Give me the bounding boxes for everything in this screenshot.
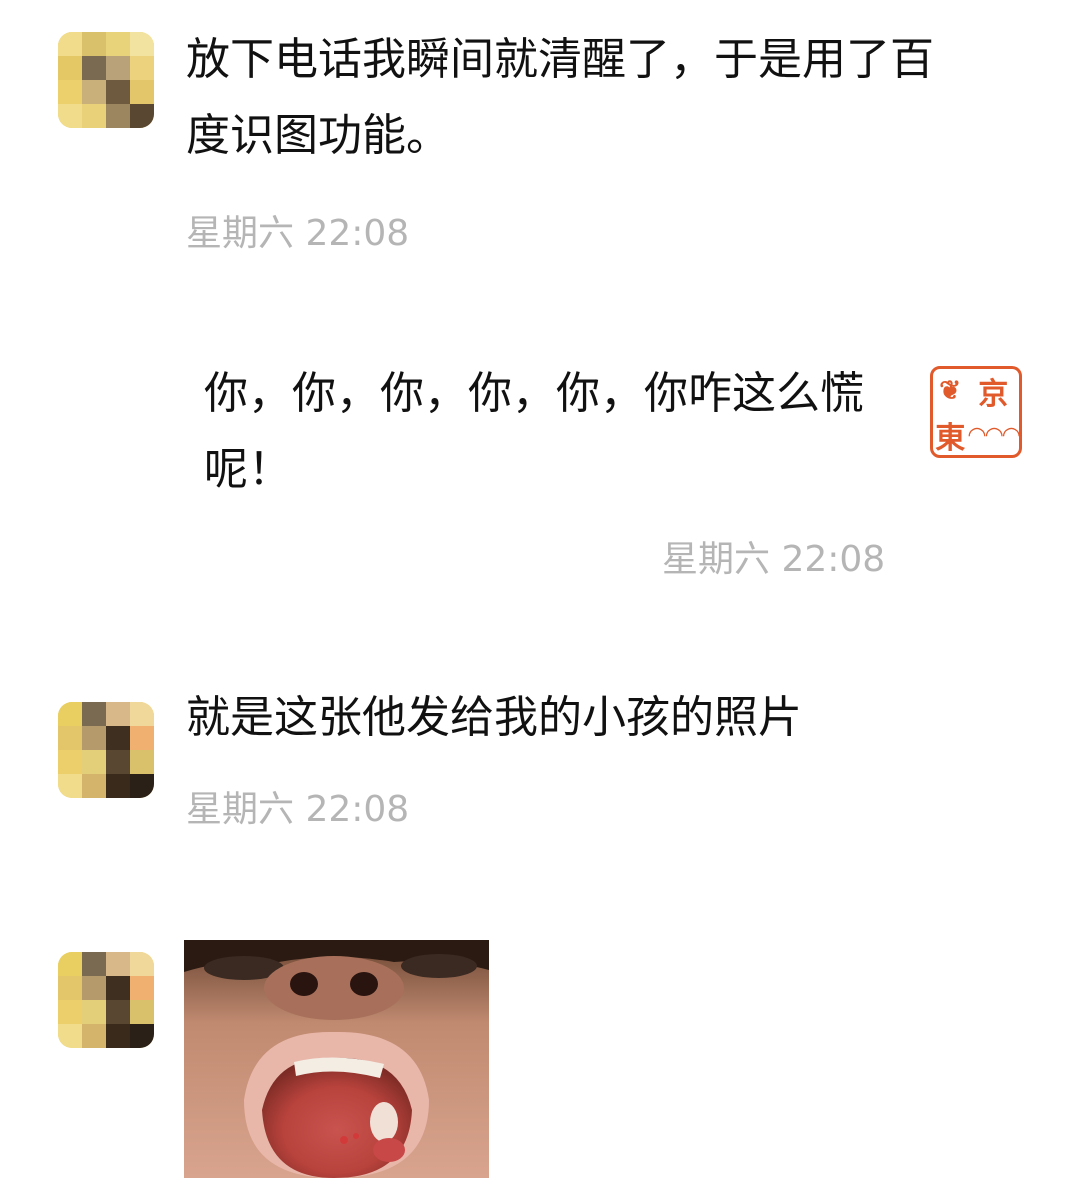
my-avatar-seal-icon[interactable]: ❦ 京 東 ◠◠◠ [930,366,1022,458]
message-timestamp: 星期六 22:08 [186,213,410,254]
mouth-photo-image [184,940,489,1178]
photo-message[interactable] [184,940,489,1178]
wave-pattern-icon: ◠◠◠ [967,422,1021,448]
dragon-icon: ❦ [939,376,962,406]
seal-glyph: 京 [978,377,1009,412]
seal-glyph: 東 [935,421,966,456]
message-timestamp: 星期六 22:08 [662,539,886,580]
contact-avatar[interactable] [58,32,154,128]
contact-avatar[interactable] [58,702,154,798]
message-text: 放下电话我瞬间就清醒了，于是用了百度识图功能。 [186,34,934,161]
message-timestamp: 星期六 22:08 [186,789,410,830]
message-text: 你，你，你，你，你，你咋这么慌呢！ [204,368,864,495]
contact-avatar[interactable] [58,952,154,1048]
message-text: 就是这张他发给我的小孩的照片 [186,692,802,743]
